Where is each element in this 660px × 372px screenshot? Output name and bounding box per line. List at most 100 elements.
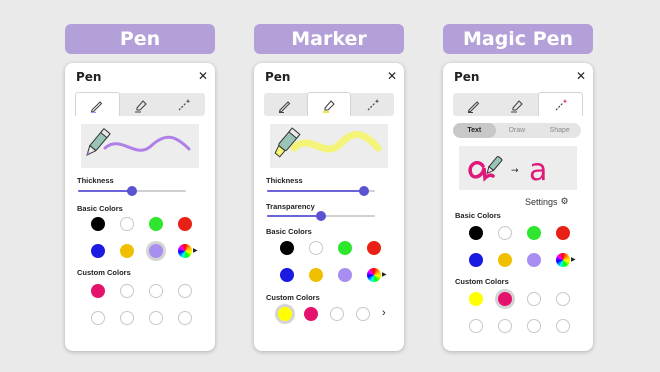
- color-swatch[interactable]: [556, 226, 570, 240]
- basic-colors-label: Basic Colors: [266, 227, 312, 236]
- color-swatch[interactable]: [309, 268, 323, 282]
- empty-color-slot[interactable]: [149, 284, 163, 298]
- pen-banner: Pen: [65, 24, 215, 54]
- color-swatch[interactable]: [149, 244, 163, 258]
- empty-color-slot[interactable]: [356, 307, 370, 321]
- empty-color-slot[interactable]: [527, 292, 541, 306]
- arrow-text: →: [511, 166, 519, 176]
- marker-tool-icon: [511, 99, 523, 112]
- pen-tool-icon: [468, 100, 480, 113]
- color-swatch[interactable]: [527, 226, 541, 240]
- color-swatch[interactable]: [498, 226, 512, 240]
- color-swatch[interactable]: [338, 268, 352, 282]
- transparency-slider[interactable]: [267, 209, 375, 223]
- color-wheel-icon[interactable]: [556, 253, 570, 267]
- panel-title: Pen: [454, 70, 480, 84]
- panel-title: Pen: [265, 70, 291, 84]
- magic-pen-tool-icon: [367, 98, 379, 110]
- color-swatch[interactable]: [120, 217, 134, 231]
- custom-colors-label: Custom Colors: [266, 293, 320, 302]
- custom-colors-label: Custom Colors: [77, 268, 131, 277]
- color-swatch[interactable]: [91, 217, 105, 231]
- tool-tabs: [264, 92, 394, 116]
- empty-color-slot[interactable]: [178, 284, 192, 298]
- color-swatch[interactable]: [367, 241, 381, 255]
- empty-color-slot[interactable]: [120, 284, 134, 298]
- magic-pen-tool-icon: [555, 98, 567, 110]
- thickness-slider[interactable]: [267, 184, 375, 198]
- gear-icon: ⚙: [560, 196, 569, 206]
- color-swatch[interactable]: [91, 284, 105, 298]
- tool-tabs: [75, 92, 205, 116]
- close-icon[interactable]: ✕: [576, 69, 586, 83]
- empty-color-slot[interactable]: [498, 319, 512, 333]
- tab-magic-pen[interactable]: [538, 92, 584, 116]
- tab-pen[interactable]: [264, 93, 307, 116]
- slider-thumb[interactable]: [316, 211, 326, 221]
- tool-tabs: [453, 92, 584, 116]
- slider-thumb[interactable]: [359, 186, 370, 196]
- tab-marker[interactable]: [306, 92, 352, 116]
- marker-panel: Pen ✕ Thickness Transparency Basic Color…: [254, 63, 404, 351]
- color-swatch[interactable]: [498, 292, 512, 306]
- color-swatch[interactable]: [178, 217, 192, 231]
- color-swatch[interactable]: [527, 253, 541, 267]
- tab-magic-pen[interactable]: [351, 93, 394, 116]
- color-swatch[interactable]: [469, 226, 483, 240]
- color-swatch[interactable]: [149, 217, 163, 231]
- basic-colors-label: Basic Colors: [455, 211, 501, 220]
- expand-arrow-icon[interactable]: ▶: [571, 256, 576, 263]
- empty-color-slot[interactable]: [556, 292, 570, 306]
- thickness-slider[interactable]: [78, 184, 186, 198]
- color-swatch[interactable]: [278, 307, 292, 321]
- mode-shape[interactable]: Shape: [538, 123, 581, 138]
- close-icon[interactable]: ✕: [387, 69, 397, 83]
- empty-color-slot[interactable]: [91, 311, 105, 325]
- pen-tool-icon: [91, 100, 103, 113]
- color-swatch[interactable]: [469, 292, 483, 306]
- basic-colors-label: Basic Colors: [77, 204, 123, 213]
- color-wheel-icon[interactable]: [178, 244, 192, 258]
- color-swatch[interactable]: [280, 268, 294, 282]
- chevron-right-icon[interactable]: ›: [382, 307, 386, 319]
- tab-marker[interactable]: [496, 93, 539, 116]
- color-swatch[interactable]: [304, 307, 318, 321]
- empty-color-slot[interactable]: [330, 307, 344, 321]
- empty-color-slot[interactable]: [527, 319, 541, 333]
- settings-link[interactable]: Settings ⚙: [525, 196, 569, 207]
- marker-tool-icon: [323, 99, 335, 113]
- color-swatch[interactable]: [91, 244, 105, 258]
- pen-column: Pen Pen ✕ Thickness Basic Colors Custom …: [65, 0, 225, 372]
- slider-thumb[interactable]: [127, 186, 137, 196]
- magic-pen-panel: Pen ✕ Text Draw Shape → a Settings ⚙ Bas…: [443, 63, 593, 351]
- mode-text[interactable]: Text: [453, 123, 496, 138]
- pen-stroke-preview-icon: [86, 127, 191, 156]
- marker-banner: Marker: [254, 24, 404, 54]
- color-swatch[interactable]: [309, 241, 323, 255]
- empty-color-slot[interactable]: [178, 311, 192, 325]
- color-wheel-icon[interactable]: [367, 268, 381, 282]
- expand-arrow-icon[interactable]: ▶: [193, 247, 198, 254]
- settings-label: Settings: [525, 196, 558, 207]
- tab-magic-pen[interactable]: [162, 93, 205, 116]
- empty-color-slot[interactable]: [469, 319, 483, 333]
- marker-tool-icon: [135, 99, 147, 112]
- color-swatch[interactable]: [338, 241, 352, 255]
- empty-color-slot[interactable]: [120, 311, 134, 325]
- expand-arrow-icon[interactable]: ▶: [382, 271, 387, 278]
- color-swatch[interactable]: [498, 253, 512, 267]
- color-swatch[interactable]: [469, 253, 483, 267]
- close-icon[interactable]: ✕: [198, 69, 208, 83]
- tab-pen[interactable]: [75, 92, 120, 116]
- mode-draw[interactable]: Draw: [496, 123, 539, 138]
- tab-pen[interactable]: [453, 93, 496, 116]
- color-swatch[interactable]: [120, 244, 134, 258]
- magic-preview: → a: [459, 146, 577, 190]
- empty-color-slot[interactable]: [556, 319, 570, 333]
- marker-column: Marker Pen ✕ Thickness Transparency Basi…: [254, 0, 414, 372]
- magic-pen-banner: Magic Pen: [443, 24, 593, 54]
- tab-marker[interactable]: [120, 93, 163, 116]
- marker-stroke-preview-icon: [274, 127, 382, 158]
- empty-color-slot[interactable]: [149, 311, 163, 325]
- color-swatch[interactable]: [280, 241, 294, 255]
